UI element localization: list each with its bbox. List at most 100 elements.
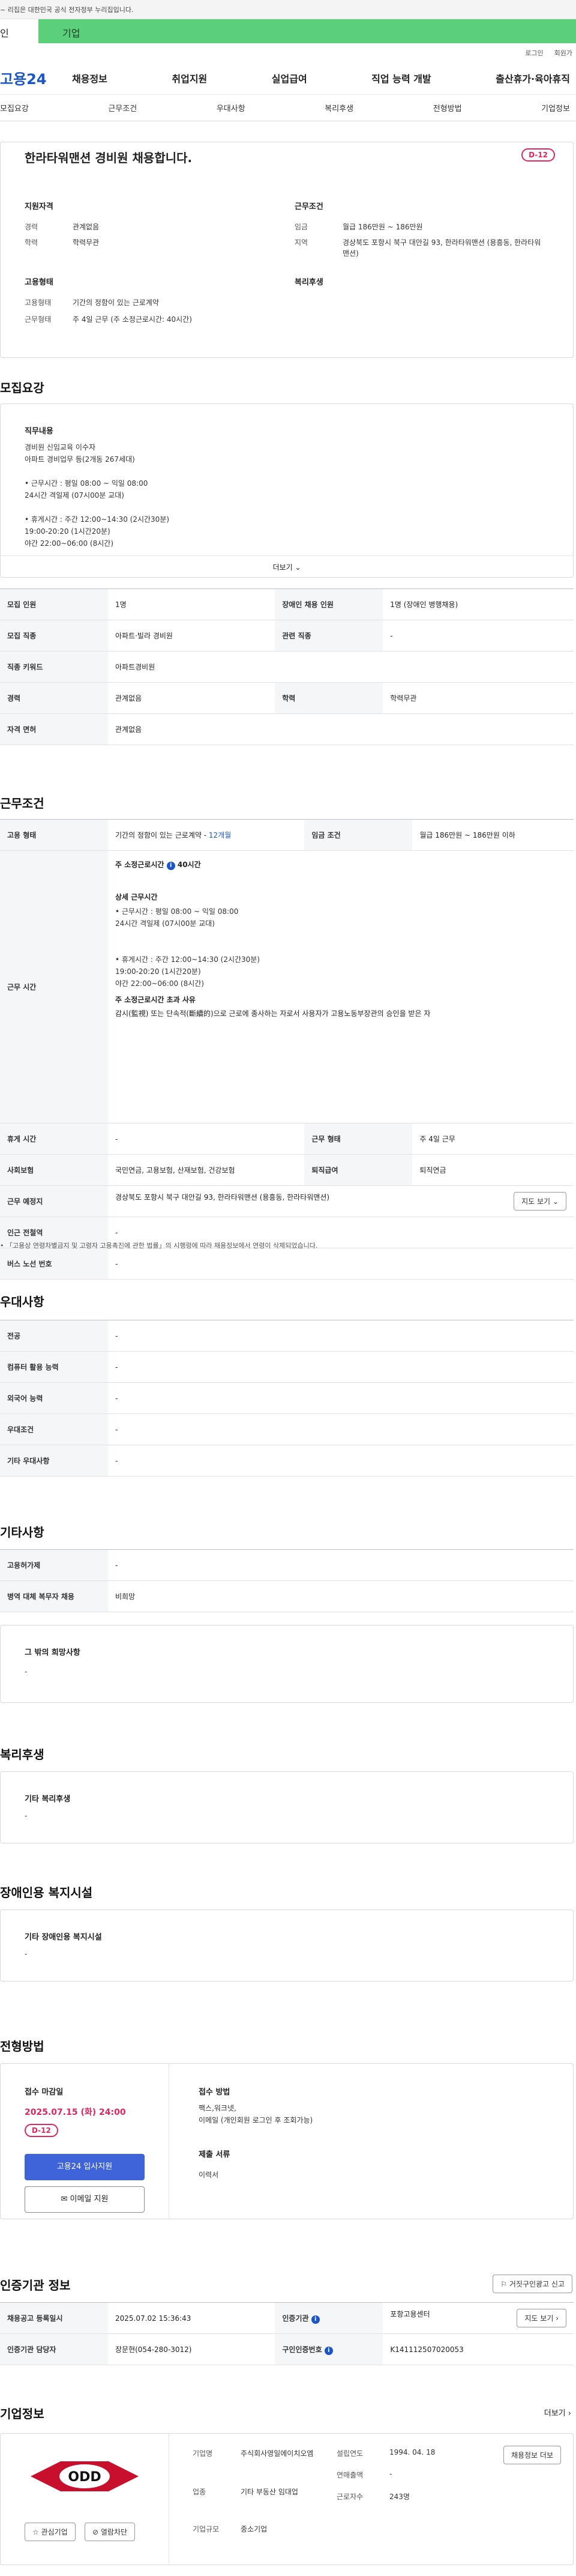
table-label: 사회보험 [0, 1154, 108, 1186]
table-value: 1명 (장애인 병행채용) [383, 588, 574, 620]
section-nav: 모집요강 근무조건 우대사항 복리후생 전형방법 기업정보 [0, 95, 576, 121]
table-label: 전공 [0, 1320, 108, 1352]
star-icon: ☆ [32, 2528, 39, 2536]
table-label: 우대조건 [0, 1413, 108, 1445]
agency-section-title: 인증기관 정보 [0, 2278, 71, 2293]
emp-label: 근무형태 [25, 315, 52, 324]
table-value: - [108, 1351, 574, 1383]
apply-button[interactable]: 고용24 입사지원 [25, 2154, 145, 2180]
method-value: 팩스,워크넷, 이메일 (개인회원 로그인 후 조회가능) [199, 2104, 313, 2124]
welfare-box-title: 기타 복리후생 [25, 1795, 71, 1804]
table-label: 구인인증번호 i [275, 2333, 383, 2365]
table-value: 장문현(054-280-3012) [108, 2333, 275, 2365]
table-label: 경력 [0, 682, 108, 714]
top-tabs: 인 기업 [0, 19, 576, 43]
work-section-title: 근무조건 [0, 796, 44, 811]
map-button-label: 지도 보기 [524, 2314, 554, 2323]
section-nav-pref[interactable]: 우대사항 [217, 102, 245, 113]
email-apply-label: 이메일 지원 [70, 2195, 109, 2204]
company-field-label: 설립연도 [337, 2449, 364, 2458]
info-icon[interactable]: i [324, 2346, 333, 2355]
table-value: 2025.07.02 15:36:43 [108, 2302, 275, 2334]
overtime-reason-text: 감시(監視) 또는 단속적(斷續的)으로 근로에 종사하는 자로서 사용자가 고… [115, 1009, 431, 1018]
report-icon: ⚐ [500, 2280, 508, 2288]
table-value: - [383, 620, 574, 652]
cond-title: 근무조건 [295, 202, 323, 211]
table-value: 학력무관 [383, 682, 574, 714]
agency-map-button[interactable]: 지도 보기 › [517, 2309, 566, 2327]
email-apply-button[interactable]: ✉ 이메일 지원 [25, 2186, 145, 2213]
table-row: 모집 직종 아파트·빌라 경비원 관련 직종 - [0, 620, 574, 652]
company-field-value: - [389, 2470, 392, 2478]
site-logo[interactable]: 고용24 [0, 67, 72, 88]
docs-title: 제출 서류 [199, 2150, 230, 2159]
table-row: 인증기관 담당자 장문현(054-280-3012) 구인인증번호 i K141… [0, 2333, 574, 2365]
disabled-box-title: 기타 장애인용 복지시설 [25, 1933, 102, 1942]
mail-icon: ✉ [61, 2195, 68, 2204]
favorite-company-button[interactable]: ☆ 관심기업 [25, 2523, 76, 2541]
menu-leave[interactable]: 출산휴가·육아휴직 [496, 71, 570, 85]
recruit-section-title: 모집요강 [0, 381, 44, 395]
apply-section-title: 전형방법 [0, 2039, 44, 2054]
table-label: 임금 조건 [304, 819, 413, 851]
table-label: 직종 키워드 [0, 651, 108, 683]
table-label: 휴게 시간 [0, 1123, 108, 1155]
section-nav-apply[interactable]: 전형방법 [433, 102, 462, 113]
company-jobs-button[interactable]: 채용정보 더보 [503, 2446, 561, 2464]
cond-label: 임금 [295, 223, 308, 231]
info-icon[interactable]: i [166, 862, 175, 870]
table-row: 고용 형태 기간의 정함이 있는 근로계약 - 12개월 임금 조건 월급 18… [0, 819, 574, 851]
table-label: 고용허가제 [0, 1549, 108, 1581]
tab-company[interactable]: 기업 [38, 19, 576, 43]
table-row: 자격 면허 관계없음 [0, 713, 574, 745]
tab-individual[interactable]: 인 [0, 19, 38, 43]
chevron-down-icon: ⌄ [552, 1197, 559, 1206]
duty-card: 직무내용 경비원 신임교육 이수자 아파트 경비업무 등(2개동 267세대) … [0, 404, 574, 578]
table-label: 근무 형태 [304, 1123, 413, 1155]
chevron-down-icon: ⌄ [295, 563, 301, 572]
other-value: - [25, 1667, 28, 1676]
section-nav-work[interactable]: 근무조건 [108, 102, 137, 113]
table-value: K141112507020053 [383, 2333, 574, 2365]
cond-value: 경상북도 포항시 북구 대안길 93, 한라타워맨션 (용흥동, 한라타워맨션) [343, 238, 541, 258]
map-button[interactable]: 지도 보기 ⌄ [514, 1192, 566, 1211]
pref-table: 전공 - 컴퓨터 활용 능력 - 외국어 능력 - 우대조건 - 기타 우대사항 - [0, 1320, 574, 1477]
table-label: 장애인 채용 인원 [275, 588, 383, 620]
table-value: - [108, 1445, 574, 1477]
menu-jobs[interactable]: 채용정보 [72, 71, 107, 85]
deadline-title: 접수 마감일 [25, 2088, 64, 2097]
company-field-value: 기타 부동산 임대업 [241, 2488, 298, 2496]
duty-more-button[interactable]: 더보기 ⌄ [1, 555, 573, 577]
duty-text: 경비원 신임교육 이수자 아파트 경비업무 등(2개동 267세대) • 근무시… [25, 443, 170, 548]
gov-banner: ~ 리집은 대한민국 공식 전자정부 누리집입니다. [0, 0, 576, 19]
weekly-hours-value: 40시간 [177, 860, 201, 869]
block-icon: ⊘ [92, 2528, 99, 2536]
emp-type-value: 기간의 정함이 있는 근로계약 - [115, 831, 207, 839]
company-logo: ODD [25, 2449, 145, 2503]
disabled-card: 기타 장애인용 복지시설 - [0, 1909, 574, 1982]
block-company-button[interactable]: ⊘ 열람차단 [85, 2523, 136, 2541]
table-row: 전공 - [0, 1320, 574, 1352]
company-field-label: 기업명 [193, 2449, 213, 2458]
recruit-table: 모집 인원 1명 장애인 채용 인원 1명 (장애인 병행채용) 모집 직종 아… [0, 588, 574, 745]
company-field-label: 연매출액 [337, 2471, 364, 2479]
menu-employment-support[interactable]: 취업지원 [172, 71, 207, 85]
company-more-link[interactable]: 더보기 › [544, 2407, 571, 2418]
section-nav-recruit[interactable]: 모집요강 [0, 102, 29, 113]
table-value: 포항고용센터 지도 보기 › [383, 2302, 574, 2334]
org-label: 인증기관 [282, 2314, 309, 2323]
section-nav-company[interactable]: 기업정보 [541, 102, 570, 113]
section-nav-welfare[interactable]: 복리후생 [325, 102, 353, 113]
favorite-label: 관심기업 [41, 2528, 68, 2536]
login-link[interactable]: 로그인 [525, 48, 543, 61]
signup-link[interactable]: 회원가 [554, 48, 572, 61]
table-value: - [108, 1413, 574, 1445]
menu-unemployment[interactable]: 실업급여 [272, 71, 307, 85]
qual-title: 지원자격 [25, 202, 53, 211]
info-icon[interactable]: i [311, 2315, 320, 2324]
report-button[interactable]: ⚐ 거짓구인광고 신고 [493, 2275, 572, 2293]
table-label: 모집 직종 [0, 620, 108, 652]
company-section-title: 기업정보 [0, 2407, 44, 2421]
table-value: 주 4일 근무 [412, 1123, 574, 1155]
menu-training[interactable]: 직업 능력 개발 [371, 71, 431, 85]
